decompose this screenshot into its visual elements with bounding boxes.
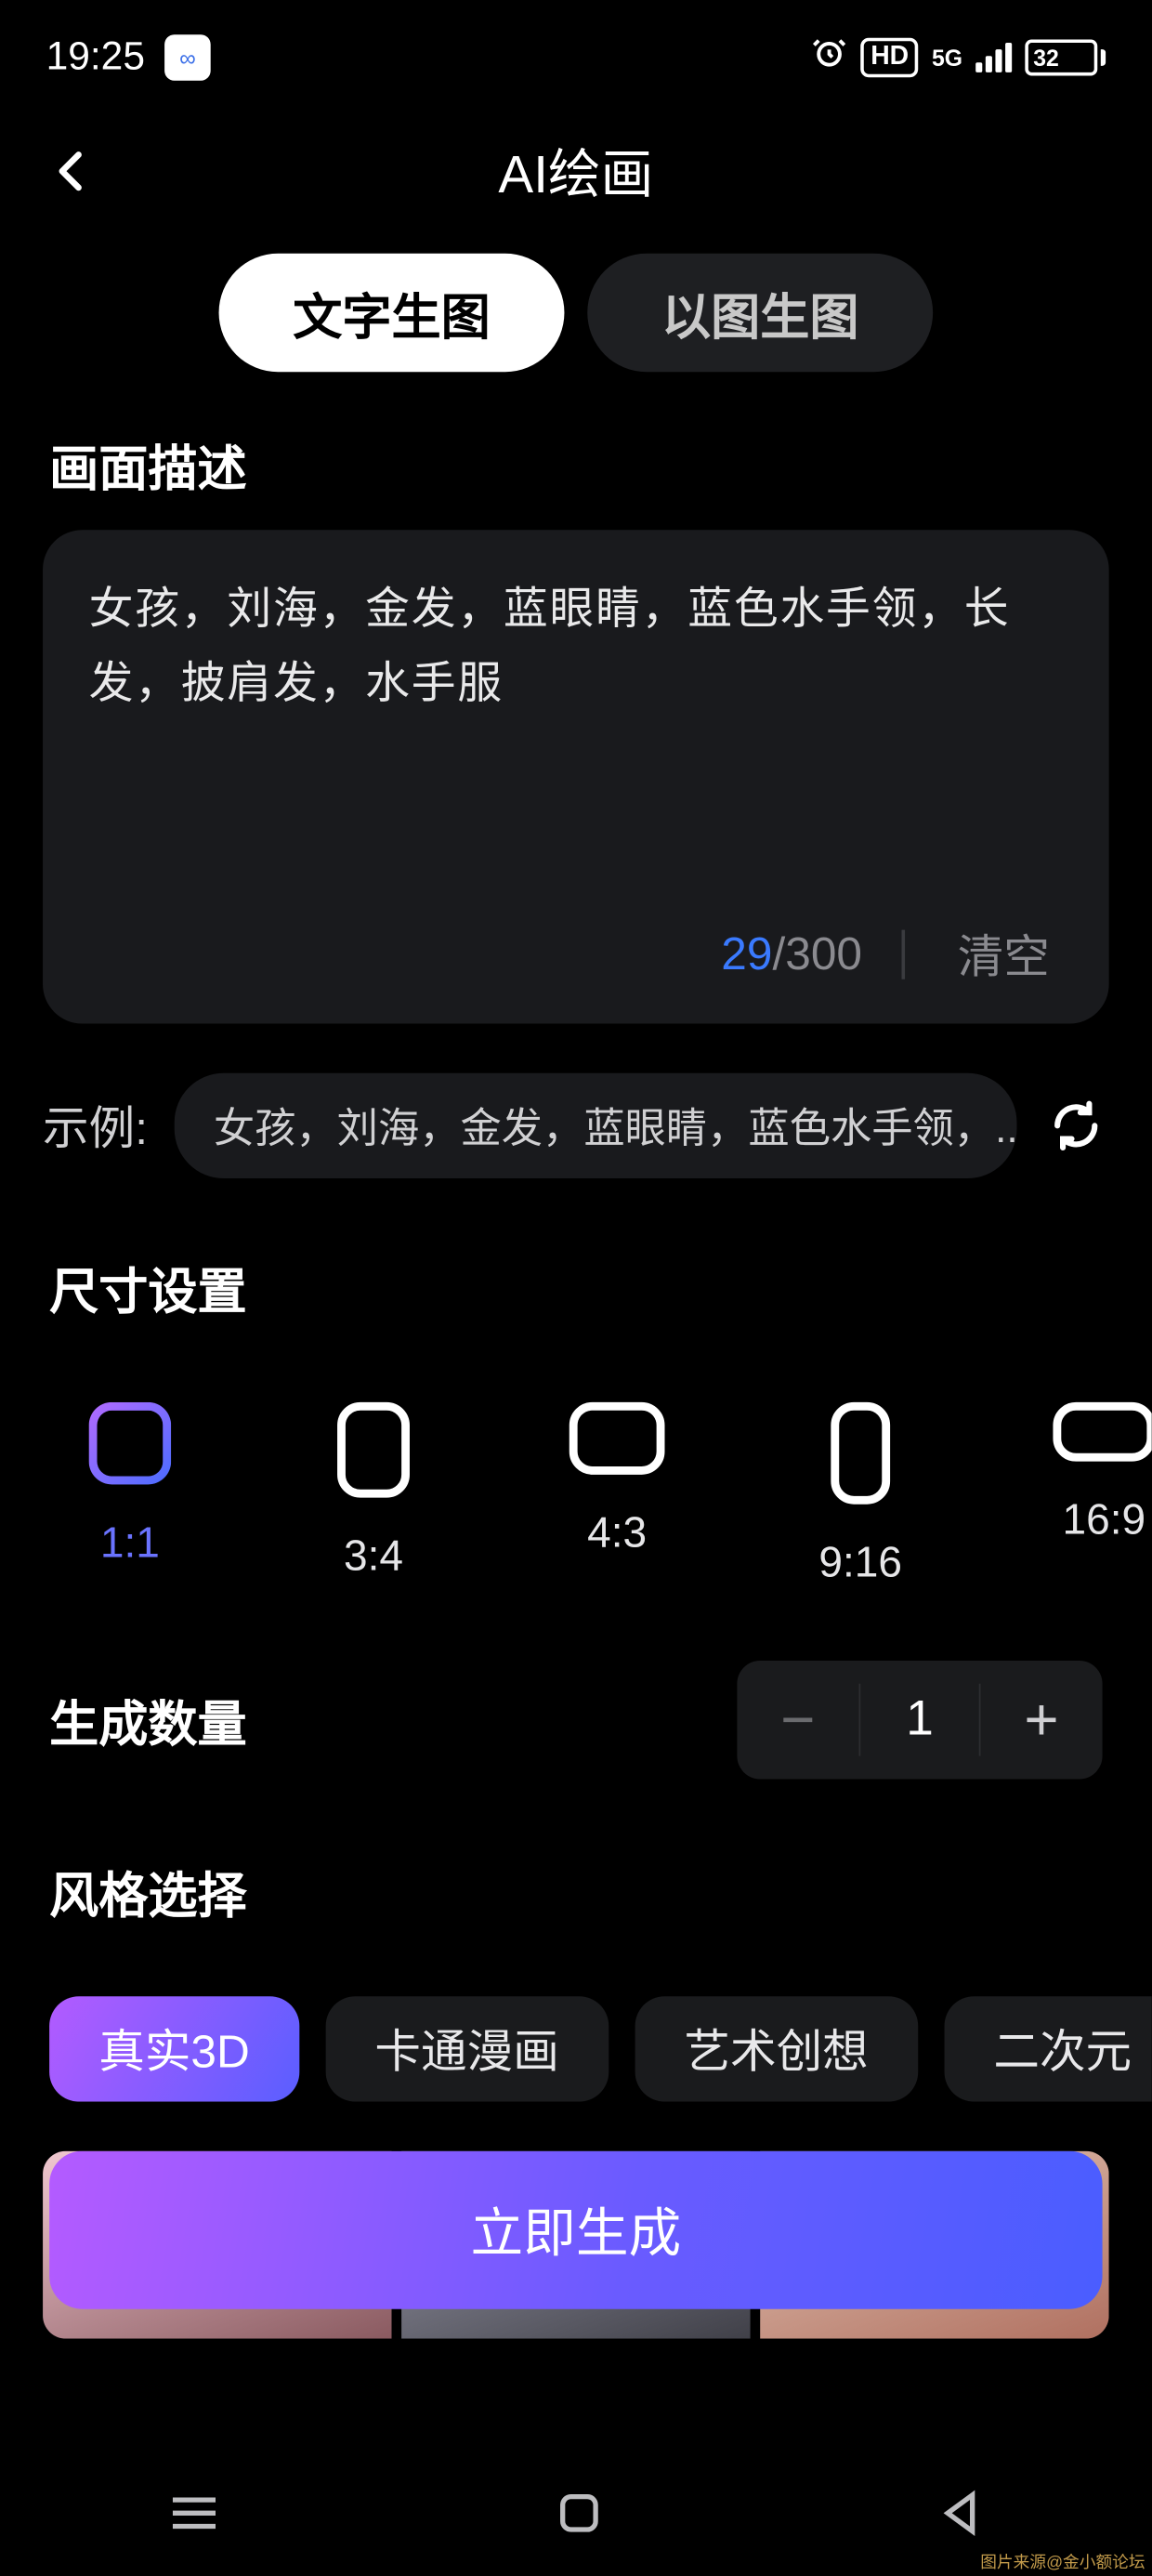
app-indicator-icon: ∞ <box>164 34 211 81</box>
prompt-input[interactable]: 女孩，刘海，金发，蓝眼睛，蓝色水手领，长发，披肩发，水手服 29/300 清空 <box>43 530 1109 1023</box>
prompt-text: 女孩，刘海，金发，蓝眼睛，蓝色水手领，长发，披肩发，水手服 <box>89 572 1063 849</box>
style-section-label: 风格选择 <box>0 1779 1152 1956</box>
style-cartoon[interactable]: 卡通漫画 <box>325 1996 609 2101</box>
battery-icon: 32 <box>1025 40 1106 76</box>
style-art[interactable]: 艺术创想 <box>635 1996 918 2101</box>
aspect-3-4[interactable]: 3:4 <box>303 1402 444 1588</box>
aspect-1-1[interactable]: 1:1 <box>59 1402 201 1588</box>
quantity-value: 1 <box>858 1684 980 1756</box>
aspect-16-9[interactable]: 16:9 <box>1033 1402 1152 1588</box>
nav-home-icon[interactable] <box>555 2488 604 2545</box>
aspect-4-3[interactable]: 4:3 <box>546 1402 687 1588</box>
alarm-icon <box>811 33 847 81</box>
size-section-label: 尺寸设置 <box>0 1195 1152 1353</box>
refresh-example-button[interactable] <box>1043 1093 1109 1159</box>
example-prompt-pill[interactable]: 女孩，刘海，金发，蓝眼睛，蓝色水手领，... <box>174 1073 1016 1178</box>
page-header: AI绘画 <box>0 105 1152 237</box>
prompt-section-label: 画面描述 <box>0 372 1152 530</box>
tab-text-to-image[interactable]: 文字生图 <box>219 254 565 373</box>
example-prompt-text: 女孩，刘海，金发，蓝眼睛，蓝色水手领，... <box>214 1096 1017 1155</box>
preview-strip: 立即生成 <box>43 2151 1109 2339</box>
example-label: 示例: <box>43 1093 148 1159</box>
generate-button[interactable]: 立即生成 <box>49 2151 1102 2309</box>
aspect-ratio-options: 1:1 3:4 4:3 9:16 16:9 <box>0 1353 1152 1588</box>
quantity-minus-button[interactable]: − <box>737 1661 858 1780</box>
watermark: 图片来源@金小额论坛 <box>980 2548 1145 2573</box>
status-time: 19:25 <box>46 34 145 81</box>
network-type: 5G <box>932 46 962 70</box>
back-button[interactable] <box>40 138 106 204</box>
status-bar: 19:25 ∞ HD 5G 32 <box>0 0 1152 105</box>
divider <box>901 930 905 979</box>
tab-image-to-image[interactable]: 以图生图 <box>587 254 933 373</box>
quantity-label: 生成数量 <box>49 1684 247 1756</box>
quantity-stepper: − 1 + <box>737 1661 1102 1780</box>
signal-icon <box>975 43 1012 72</box>
style-options: 真实3D 卡通漫画 艺术创想 二次元 <box>0 1957 1152 2102</box>
clear-button[interactable]: 清空 <box>945 915 1064 994</box>
nav-recents-icon[interactable] <box>166 2490 222 2543</box>
mode-tabs: 文字生图 以图生图 <box>0 254 1152 373</box>
system-nav-bar <box>0 2457 1152 2576</box>
style-realistic-3d[interactable]: 真实3D <box>49 1996 299 2101</box>
hd-badge: HD <box>861 38 919 78</box>
char-counter: 29/300 <box>721 928 862 981</box>
nav-back-icon[interactable] <box>936 2488 986 2545</box>
quantity-plus-button[interactable]: + <box>981 1661 1103 1780</box>
aspect-9-16[interactable]: 9:16 <box>790 1402 931 1588</box>
page-title: AI绘画 <box>498 133 653 208</box>
style-anime[interactable]: 二次元 <box>944 1996 1151 2101</box>
